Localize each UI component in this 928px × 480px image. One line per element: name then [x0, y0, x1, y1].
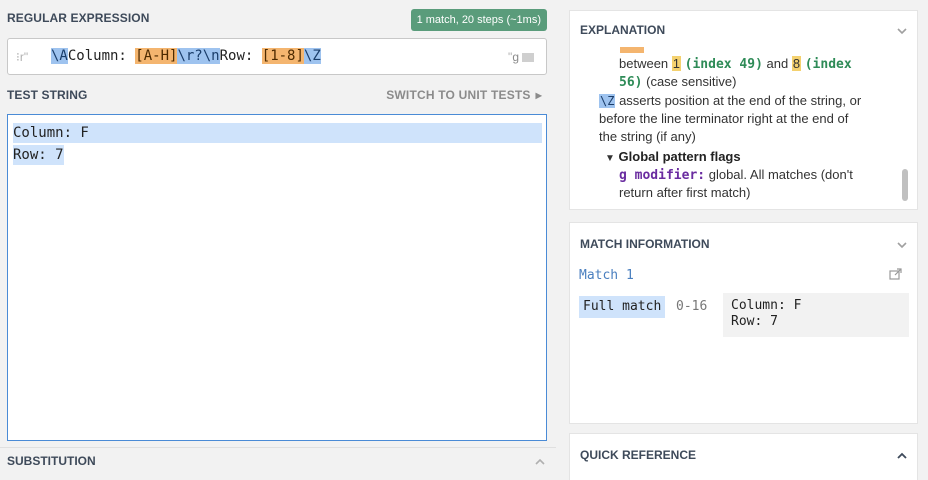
match-status-badge: 1 match, 20 steps (~1ms) — [410, 9, 547, 31]
g-modifier-line: g modifier: global. All matches (don't — [619, 167, 853, 183]
explanation-card: EXPLANATION between 1 (index 49) and 8 (… — [569, 10, 918, 210]
substitution-bar[interactable]: SUBSTITUTION — [0, 447, 556, 480]
global-flags-toggle[interactable]: ▼ Global pattern flags — [605, 148, 741, 168]
explanation-z-line: \Z asserts position at the end of the st… — [599, 93, 862, 108]
match-label[interactable]: Match 1 — [579, 268, 634, 283]
regex-token-anchor-end: \Z — [599, 94, 616, 108]
regex-token-anchor-end: \Z — [303, 48, 321, 64]
match-range: 0-16 — [676, 299, 708, 314]
clipped-token — [620, 47, 644, 53]
match-information-title: MATCH INFORMATION — [580, 237, 710, 251]
regex-token-literal: Row: — [219, 48, 262, 64]
chevron-down-icon[interactable] — [896, 25, 908, 37]
regex-delimiter-prefix: ⁝r" — [16, 50, 29, 64]
regex-flag-g[interactable]: g — [512, 50, 519, 64]
regex-token-newline: \r?\n — [177, 48, 220, 64]
regex-flags[interactable]: "g — [508, 50, 534, 64]
switch-unit-tests-button[interactable]: SWITCH TO UNIT TESTS ▶ — [386, 88, 542, 102]
g-modifier-line-2: return after first match) — [619, 185, 751, 200]
sidebar-panel: EXPLANATION between 1 (index 49) and 8 (… — [556, 0, 928, 480]
full-match-label: Full match — [579, 296, 666, 318]
quick-reference-card[interactable]: QUICK REFERENCE — [569, 433, 918, 480]
flag-icon[interactable] — [522, 53, 534, 62]
test-string-title: TEST STRING — [7, 88, 88, 102]
unit-tests-label: SWITCH TO UNIT TESTS — [386, 88, 531, 102]
share-icon[interactable] — [889, 268, 903, 280]
regex-token-class: [1-8] — [261, 48, 304, 64]
test-line: Row: 7 — [13, 145, 64, 165]
regex-pattern[interactable]: \AColumn: [A-H]\r?\nRow: [1-8]\Z — [51, 48, 321, 64]
regex-input[interactable]: ⁝r" \AColumn: [A-H]\r?\nRow: [1-8]\Z "g — [7, 38, 547, 75]
explanation-z-line-3: the string (if any) — [599, 129, 696, 144]
match-value: Column: F Row: 7 — [723, 293, 909, 337]
editor-panel: REGULAR EXPRESSION 1 match, 20 steps (~1… — [0, 0, 556, 480]
chevron-down-icon[interactable] — [896, 239, 908, 251]
regex-token-class: [A-H] — [135, 48, 178, 64]
regex-token-literal: Column: — [67, 48, 136, 64]
chevron-up-icon[interactable] — [896, 450, 908, 462]
test-line: Column: F — [13, 123, 542, 143]
explanation-z-line-2: before the line terminator right at the … — [599, 111, 849, 126]
chevron-up-icon[interactable] — [534, 456, 546, 468]
regex-section-title: REGULAR EXPRESSION — [7, 11, 150, 25]
explanation-title: EXPLANATION — [580, 23, 666, 37]
explanation-range-line: between 1 (index 49) and 8 (index — [619, 56, 852, 72]
test-string-editor[interactable]: Column: F Row: 7 — [7, 114, 547, 441]
substitution-title: SUBSTITUTION — [7, 454, 96, 468]
quick-reference-title: QUICK REFERENCE — [580, 448, 697, 462]
caret-down-icon: ▼ — [605, 153, 615, 164]
caret-right-icon: ▶ — [535, 91, 542, 100]
match-information-card: MATCH INFORMATION Match 1 Full match 0-1… — [569, 222, 918, 424]
regex-token-anchor-start: \A — [51, 48, 68, 64]
explanation-scrollbar[interactable] — [902, 169, 908, 201]
explanation-range-line-2: 56) (case sensitive) — [619, 74, 737, 90]
